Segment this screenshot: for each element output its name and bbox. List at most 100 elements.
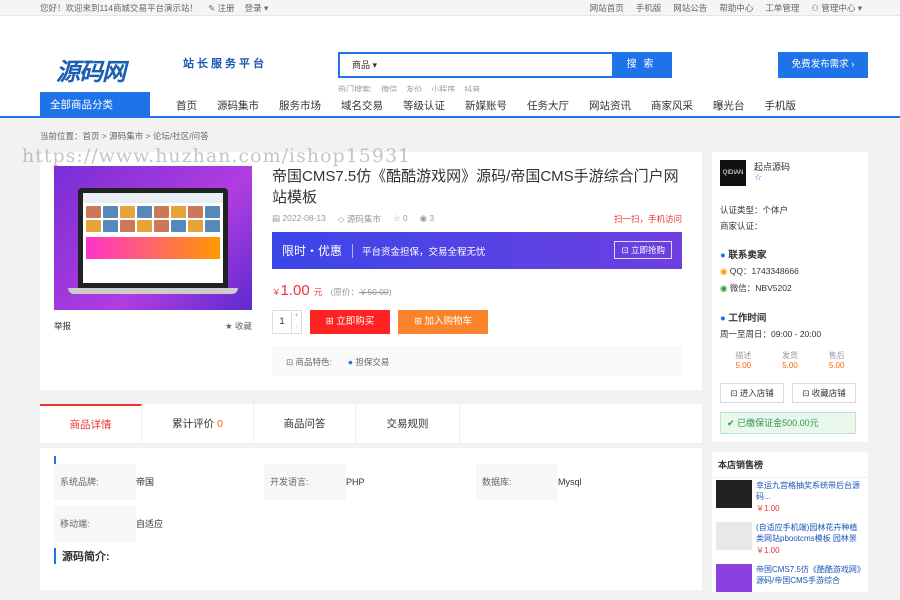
tab-rules[interactable]: 交易规则	[356, 404, 460, 444]
publish-label: 免费发布需求	[791, 59, 849, 70]
cart-icon: ⊞	[413, 316, 422, 327]
tab-qa[interactable]: 商品问答	[254, 404, 356, 444]
nav-item-task[interactable]: 任务大厅	[527, 98, 569, 113]
price-value: 1.00	[280, 282, 310, 299]
ranking-item[interactable]: 帝国CMS7.5仿《酷酷游戏网》源码/帝国CMS手游综合	[716, 564, 866, 600]
tag-icon: ◇	[337, 214, 345, 224]
top-link-notice[interactable]: 网站公告	[673, 2, 707, 14]
buy-now-button[interactable]: ⊞ 立即购买	[310, 310, 390, 334]
enter-shop-button[interactable]: ⊡ 进入店铺	[720, 383, 784, 403]
spec-value: PHP	[346, 477, 365, 487]
shop-star-icon: ☆	[754, 172, 763, 182]
qq-contact[interactable]: ◉ QQ：1743348666	[720, 265, 799, 277]
wechat-icon: ◉	[720, 283, 728, 293]
header: 源码网 站长服务平台 商品 ▾ 搜 索 热门搜索: 微信 友价 小程序 抖音 免…	[0, 16, 900, 94]
wechat-contact[interactable]: ◉ 微信：NBV5202	[720, 282, 792, 294]
contact-title: 联系卖家	[728, 250, 767, 261]
collect-shop-button[interactable]: ⊡ 收藏店铺	[792, 383, 856, 403]
ranking-thumb	[716, 564, 752, 592]
bag-icon: ⊡	[621, 245, 629, 255]
quantity-stepper[interactable]: 1 + -	[272, 310, 302, 334]
price-unit: 元	[313, 287, 323, 297]
favorite-button[interactable]: ★ 收藏	[225, 320, 252, 332]
product-image[interactable]	[54, 166, 252, 310]
ranking-item-price: ￥1.00	[756, 546, 780, 555]
report-link[interactable]: 举报	[54, 321, 71, 331]
nav-item-media[interactable]: 新媒账号	[465, 98, 507, 113]
promo-title: 限时・优惠	[282, 244, 343, 258]
search-category-label: 商品	[352, 60, 371, 70]
cart-icon: ⊡	[286, 357, 294, 367]
publish-demand-button[interactable]: 免费发布需求 ›	[778, 52, 868, 78]
nav-item-code-market[interactable]: 源码集市	[217, 98, 259, 113]
ranking-item[interactable]: (自适应手机端)园林花卉种植类网站pbootcms模板 园林景 ￥1.00	[716, 522, 866, 558]
laptop-mockup	[78, 188, 228, 288]
user-icon: ⚇	[811, 3, 819, 13]
search-category-select[interactable]: 商品 ▾	[340, 54, 390, 76]
tab-reviews[interactable]: 累计评价 0	[142, 404, 254, 444]
nav-item-service[interactable]: 服务市场	[279, 98, 321, 113]
increase-button[interactable]: +	[292, 311, 301, 322]
spec-value: 自适应	[136, 519, 164, 529]
cert-type: 认证类型：个体户	[720, 205, 789, 215]
nav-item-level[interactable]: 等级认证	[403, 98, 445, 113]
promo-banner: 限时・优惠 平台资金担保，交易全程无忧 ⊡ 立即抢购	[272, 232, 682, 269]
check-icon: ✔	[727, 418, 735, 428]
nav-item-home[interactable]: 首页	[176, 98, 197, 113]
register-link[interactable]: ✎ 注册	[208, 2, 235, 14]
likes: ☆ 0	[392, 213, 408, 223]
feature-tag: 担保交易	[355, 357, 390, 367]
original-price: (原价：￥50.00)	[330, 287, 392, 297]
intro-title: 源码简介:	[54, 548, 110, 564]
contact-icon: ●	[720, 250, 726, 261]
nav-item-domain[interactable]: 域名交易	[341, 98, 383, 113]
nav-item-news[interactable]: 网站资讯	[589, 98, 631, 113]
register-label: 注册	[217, 3, 235, 13]
shop-icon: ⊡	[730, 388, 738, 398]
tab-details[interactable]: 商品详情	[40, 404, 142, 444]
main-nav: 全部商品分类 首页 源码集市 服务市场 域名交易 等级认证 新媒账号 任务大厅 …	[0, 92, 900, 118]
product-panel: 举报 ★ 收藏 帝国CMS7.5仿《酷酷游戏网》源码/帝国CMS手游综合门户网站…	[40, 152, 702, 390]
search-box: 商品 ▾ 搜 索	[338, 52, 672, 78]
decrease-button[interactable]: -	[292, 322, 301, 333]
nav-item-merchants[interactable]: 商家风采	[651, 98, 693, 113]
login-link[interactable]: 登录 ▾	[245, 2, 269, 14]
site-logo[interactable]: 源码网	[56, 52, 126, 87]
category: ◇ 源码集市	[337, 214, 381, 224]
top-link-home[interactable]: 网站首页	[590, 2, 624, 14]
price: ￥1.00 元 (原价：￥50.00)	[272, 282, 392, 299]
ranking-item[interactable]: 幸运九宫格抽奖系统带后台源码... ￥1.00	[716, 480, 866, 516]
all-categories-button[interactable]: 全部商品分类	[40, 92, 150, 118]
top-bar: 您好！欢迎来到114商城交易平台演示站！ ✎ 注册 登录 ▾ 网站首页 手机版 …	[0, 0, 900, 16]
favorite-label: 收藏	[234, 321, 252, 331]
detail-content: 系统品牌: 帝国 开发语言: PHP 数据库: Mysql 移动端: 自适应 源…	[40, 448, 702, 590]
star-icon: ★	[224, 321, 233, 331]
date: ▤ 2022-08-13	[272, 213, 326, 223]
cert-biz: 商家认证：	[720, 221, 763, 231]
ranking-item-price: ￥1.00	[756, 504, 780, 513]
spec-value: 帝国	[136, 477, 155, 487]
ranking-item-title[interactable]: (自适应手机端)园林花卉种植类网站pbootcms模板 园林景	[756, 522, 864, 544]
top-link-help[interactable]: 帮助中心	[719, 2, 753, 14]
search-button[interactable]: 搜 索	[612, 54, 670, 76]
shop-logo[interactable]: QIDIAN	[720, 160, 746, 186]
scan-mobile-link[interactable]: 扫一扫，手机访问	[614, 213, 682, 225]
views: ◉ 3	[419, 213, 435, 223]
add-to-cart-button[interactable]: ⊞ 加入购物车	[398, 310, 488, 334]
product-title: 帝国CMS7.5仿《酷酷游戏网》源码/帝国CMS手游综合门户网站模板	[272, 168, 679, 206]
ranking-thumb	[716, 522, 752, 550]
ranking-item-title[interactable]: 幸运九宫格抽奖系统带后台源码...	[756, 480, 864, 502]
spec-value: Mysql	[558, 477, 582, 487]
top-link-admin[interactable]: ⚇ 管理中心 ▾	[811, 2, 862, 14]
nav-item-exposure[interactable]: 曝光台	[713, 98, 745, 113]
ranking-item-title[interactable]: 帝国CMS7.5仿《酷酷游戏网》源码/帝国CMS手游综合	[756, 564, 864, 586]
ranking-thumb	[716, 480, 752, 508]
hours: 周一至周日：09:00 - 20:00	[720, 329, 822, 339]
search-input[interactable]	[390, 54, 612, 76]
top-link-mobile[interactable]: 手机版	[636, 2, 662, 14]
sales-ranking: 本店销售榜 幸运九宫格抽奖系统带后台源码... ￥1.00 (自适应手机端)园林…	[712, 452, 868, 592]
quantity-value[interactable]: 1	[273, 311, 291, 333]
promo-buy-button[interactable]: ⊡ 立即抢购	[614, 241, 672, 259]
top-link-ticket[interactable]: 工单管理	[765, 2, 799, 14]
nav-item-mobile[interactable]: 手机版	[765, 98, 797, 113]
